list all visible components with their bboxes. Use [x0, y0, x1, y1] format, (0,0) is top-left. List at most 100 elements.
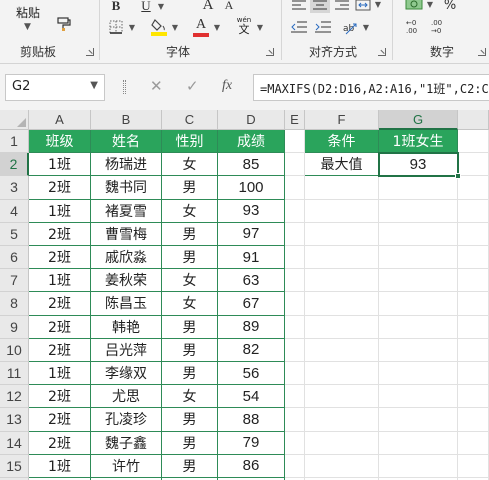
- cell-c13[interactable]: 男: [162, 408, 218, 432]
- cell-a9[interactable]: 2班: [29, 315, 91, 339]
- cell-a12[interactable]: 2班: [29, 385, 91, 409]
- cell-d8[interactable]: 67: [218, 292, 285, 316]
- cell-c3[interactable]: 男: [162, 176, 218, 200]
- cell-h6[interactable]: [458, 246, 489, 270]
- cell-d3[interactable]: 100: [218, 176, 285, 200]
- cell-a10[interactable]: 2班: [29, 338, 91, 362]
- cell-h7[interactable]: [458, 269, 489, 293]
- table-header-b[interactable]: 姓名: [91, 130, 162, 154]
- cell-b3[interactable]: 魏书同: [91, 176, 162, 200]
- cell-a2[interactable]: 1班: [29, 153, 91, 177]
- cell-b2[interactable]: 杨瑞进: [91, 153, 162, 177]
- cell-f4[interactable]: [305, 199, 379, 223]
- cell-d11[interactable]: 56: [218, 362, 285, 386]
- cell-a3[interactable]: 2班: [29, 176, 91, 200]
- cell-e8[interactable]: [285, 292, 305, 316]
- cell-h10[interactable]: [458, 338, 489, 362]
- cell-f14[interactable]: [305, 431, 379, 455]
- cell-b6[interactable]: 戚欣淼: [91, 246, 162, 270]
- cell-b12[interactable]: 尤思: [91, 385, 162, 409]
- cell-e1[interactable]: [285, 130, 305, 154]
- cell-f3[interactable]: [305, 176, 379, 200]
- name-box-dropdown-icon[interactable]: ▼: [90, 80, 98, 91]
- row-header-14[interactable]: 14: [0, 431, 29, 455]
- orientation-icon[interactable]: ab: [340, 18, 360, 36]
- cell-f15[interactable]: [305, 454, 379, 478]
- currency-dropdown-icon[interactable]: ▼: [425, 0, 435, 9]
- cell-b14[interactable]: 魏子鑫: [91, 431, 162, 455]
- cell-c10[interactable]: 男: [162, 338, 218, 362]
- table-header-d[interactable]: 成绩: [218, 130, 285, 154]
- row-header-12[interactable]: 12: [0, 385, 29, 409]
- increase-indent-icon[interactable]: [313, 18, 333, 36]
- column-header-b[interactable]: B: [91, 110, 162, 130]
- align-center-icon[interactable]: [310, 0, 330, 13]
- cell-h1[interactable]: [458, 130, 489, 154]
- alignment-dialog-launcher-icon[interactable]: [378, 48, 386, 56]
- cell-c5[interactable]: 男: [162, 222, 218, 246]
- row-header-8[interactable]: 8: [0, 292, 29, 316]
- row-header-7[interactable]: 7: [0, 269, 29, 293]
- cell-e9[interactable]: [285, 315, 305, 339]
- formula-bar-grip[interactable]: [123, 80, 126, 94]
- cell-c4[interactable]: 女: [162, 199, 218, 223]
- cell-d7[interactable]: 63: [218, 269, 285, 293]
- cell-d4[interactable]: 93: [218, 199, 285, 223]
- increase-font-button[interactable]: A: [200, 0, 216, 13]
- decrease-decimal-icon[interactable]: .00 →0: [430, 16, 450, 36]
- cell-f5[interactable]: [305, 222, 379, 246]
- decrease-font-button[interactable]: A: [222, 0, 236, 12]
- cell-e4[interactable]: [285, 199, 305, 223]
- table-header-a[interactable]: 班级: [29, 130, 91, 154]
- enter-icon[interactable]: ✓: [186, 77, 199, 95]
- cell-c12[interactable]: 女: [162, 385, 218, 409]
- cell-f8[interactable]: [305, 292, 379, 316]
- cell-b15[interactable]: 许竹: [91, 454, 162, 478]
- cell-g10[interactable]: [379, 338, 458, 362]
- cell-d10[interactable]: 82: [218, 338, 285, 362]
- cell-a4[interactable]: 1班: [29, 199, 91, 223]
- cell-b13[interactable]: 孔凌珍: [91, 408, 162, 432]
- cell-b11[interactable]: 李缘双: [91, 362, 162, 386]
- cell-a15[interactable]: 1班: [29, 454, 91, 478]
- column-header-g[interactable]: G: [379, 110, 458, 130]
- cell-a5[interactable]: 2班: [29, 222, 91, 246]
- cell-h4[interactable]: [458, 199, 489, 223]
- merge-dropdown-icon[interactable]: ▼: [373, 0, 383, 9]
- decrease-indent-icon[interactable]: [289, 18, 309, 36]
- cell-d6[interactable]: 91: [218, 246, 285, 270]
- cell-h11[interactable]: [458, 362, 489, 386]
- cell-g3[interactable]: [379, 176, 458, 200]
- cell-b7[interactable]: 姜秋荣: [91, 269, 162, 293]
- cancel-icon[interactable]: ✕: [150, 77, 163, 95]
- cell-g8[interactable]: [379, 292, 458, 316]
- font-color-dropdown-icon[interactable]: ▼: [212, 22, 222, 32]
- insert-function-icon[interactable]: fx: [222, 78, 232, 94]
- cell-g5[interactable]: [379, 222, 458, 246]
- cell-d15[interactable]: 86: [218, 454, 285, 478]
- cell-d14[interactable]: 79: [218, 431, 285, 455]
- bold-button[interactable]: B: [108, 0, 124, 14]
- cell-g9[interactable]: [379, 315, 458, 339]
- cell-h13[interactable]: [458, 408, 489, 432]
- formula-input[interactable]: =MAXIFS(D2:D16,A2:A16,"1班",C2:C16,"女"): [253, 74, 489, 101]
- cell-c9[interactable]: 男: [162, 315, 218, 339]
- column-header-f[interactable]: F: [305, 110, 379, 130]
- cell-h12[interactable]: [458, 385, 489, 409]
- format-painter-icon[interactable]: [54, 14, 74, 34]
- phonetic-button[interactable]: wén 文: [234, 16, 254, 38]
- cell-b5[interactable]: 曹雪梅: [91, 222, 162, 246]
- cell-b8[interactable]: 陈昌玉: [91, 292, 162, 316]
- cell-h3[interactable]: [458, 176, 489, 200]
- cell-d13[interactable]: 88: [218, 408, 285, 432]
- cell-g11[interactable]: [379, 362, 458, 386]
- underline-button[interactable]: U: [138, 0, 154, 14]
- row-header-4[interactable]: 4: [0, 199, 29, 223]
- cell-d2[interactable]: 85: [218, 153, 285, 177]
- select-all-corner[interactable]: [0, 110, 29, 130]
- cell-g12[interactable]: [379, 385, 458, 409]
- cell-f13[interactable]: [305, 408, 379, 432]
- cell-d5[interactable]: 97: [218, 222, 285, 246]
- increase-decimal-icon[interactable]: ←0.00: [405, 16, 425, 36]
- cell-a13[interactable]: 2班: [29, 408, 91, 432]
